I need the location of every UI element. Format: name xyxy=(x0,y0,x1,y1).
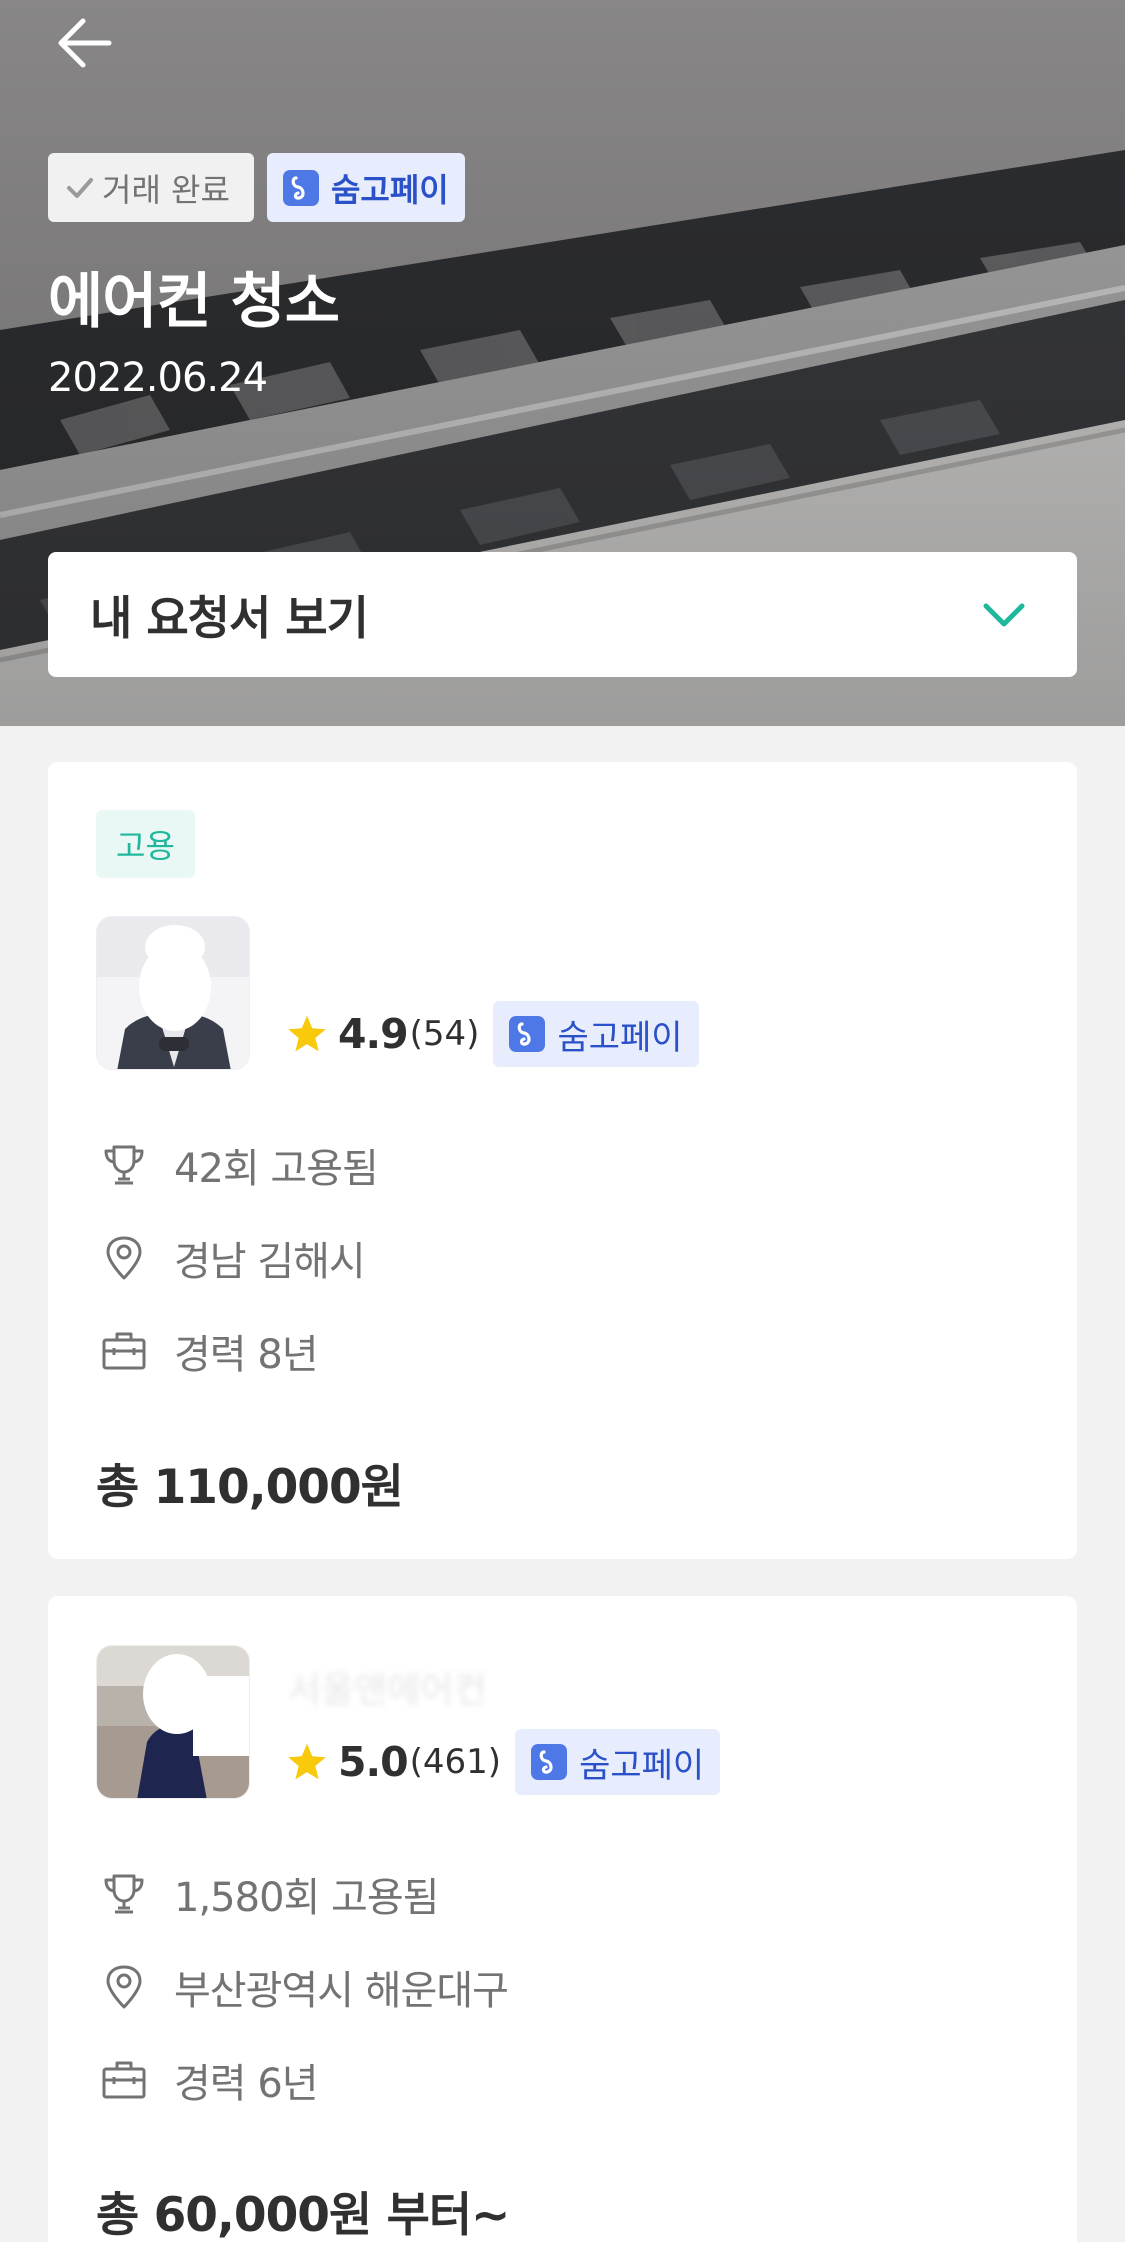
experience-row: 경력 8년 xyxy=(96,1321,319,1381)
arrow-left-icon xyxy=(58,18,112,68)
check-icon xyxy=(67,177,93,198)
quote-card[interactable]: 서울앤에어컨 5.0 (461) 숨고페이 1,580회 고용됨 부산광역시 해… xyxy=(48,1596,1077,2242)
hire-count-row: 1,580회 고용됨 xyxy=(96,1864,439,1924)
back-button[interactable] xyxy=(50,12,120,74)
trophy-icon xyxy=(96,1866,152,1922)
deal-complete-label: 거래 완료 xyxy=(102,170,230,209)
quote-card[interactable]: 고용 4.9 (54) 숨고페이 42회 고용됨 경남 김해시 경력 8년 총 … xyxy=(48,762,1077,1559)
soomgo-pay-icon xyxy=(509,1016,546,1052)
location-pin-icon xyxy=(96,1959,152,2015)
hire-count: 1,580회 고용됨 xyxy=(174,1875,439,1921)
hero-header: 거래 완료 숨고페이 에어컨 청소 2022.06.24 내 요청서 보기 xyxy=(0,0,1125,726)
soomgo-pay-icon xyxy=(531,1744,568,1780)
deal-complete-badge: 거래 완료 xyxy=(48,153,254,222)
view-my-request-label: 내 요청서 보기 xyxy=(90,590,369,645)
page-title: 에어컨 청소 xyxy=(48,267,340,337)
review-count: (54) xyxy=(409,1014,480,1054)
quote-price: 총 60,000원 부터~ xyxy=(96,2188,510,2242)
request-date: 2022.06.24 xyxy=(48,355,268,401)
experience: 경력 8년 xyxy=(174,1332,319,1378)
soomgo-pay-badge: 숨고페이 xyxy=(266,153,465,222)
rating-value: 4.9 xyxy=(338,1010,409,1058)
briefcase-icon xyxy=(96,1323,152,1379)
hire-count-row: 42회 고용됨 xyxy=(96,1135,379,1195)
location-row: 부산광역시 해운대구 xyxy=(96,1957,509,2017)
soomgo-pay-label: 숨고페이 xyxy=(557,1017,683,1058)
soomgo-pay-badge: 숨고페이 xyxy=(493,1001,699,1067)
briefcase-icon xyxy=(96,2052,152,2108)
avatar xyxy=(96,916,250,1070)
location-pin-icon xyxy=(96,1230,152,1286)
star-icon xyxy=(288,1743,326,1780)
location: 경남 김해시 xyxy=(174,1239,366,1285)
avatar xyxy=(96,1645,250,1799)
chevron-down-icon xyxy=(983,603,1025,626)
quote-price: 총 110,000원 xyxy=(96,1460,404,1515)
location-row: 경남 김해시 xyxy=(96,1228,366,1288)
soomgo-pay-label: 숨고페이 xyxy=(579,1745,705,1786)
location: 부산광역시 해운대구 xyxy=(174,1968,509,2014)
rating-row: 5.0 (461) 숨고페이 xyxy=(286,1729,721,1795)
rating-value: 5.0 xyxy=(338,1738,409,1786)
status-badges: 거래 완료 숨고페이 xyxy=(48,153,465,222)
view-my-request-toggle[interactable]: 내 요청서 보기 xyxy=(48,552,1077,677)
pro-name: 서울앤에어컨 xyxy=(288,1670,487,1711)
star-icon xyxy=(288,1015,326,1052)
review-count: (461) xyxy=(409,1742,502,1782)
trophy-icon xyxy=(96,1137,152,1193)
rating-row: 4.9 (54) 숨고페이 xyxy=(286,1001,699,1067)
soomgo-pay-badge: 숨고페이 xyxy=(515,1729,721,1795)
soomgo-pay-label: 숨고페이 xyxy=(330,170,449,209)
hired-tag: 고용 xyxy=(96,810,195,878)
experience-row: 경력 6년 xyxy=(96,2050,319,2110)
experience: 경력 6년 xyxy=(174,2061,319,2107)
soomgo-pay-icon xyxy=(282,169,319,206)
hire-count: 42회 고용됨 xyxy=(174,1146,379,1192)
